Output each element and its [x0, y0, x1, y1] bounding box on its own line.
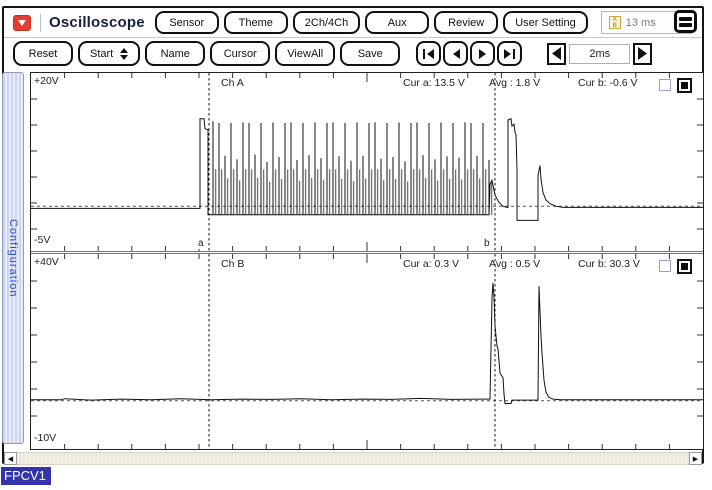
cursor-button[interactable]: Cursor: [210, 41, 270, 66]
skip-start-icon: [422, 48, 435, 60]
review-button[interactable]: Review: [434, 11, 498, 34]
timebase-prev-button[interactable]: [547, 43, 566, 65]
right-arrow-icon: [636, 46, 649, 61]
app-window: Oscilloscope Sensor Theme 2Ch/4Ch Aux Re…: [2, 6, 704, 464]
configuration-sidebar-tab[interactable]: Configuration: [2, 72, 24, 444]
channel-b-cursor-b-readout: Cur b: 30.3 V: [578, 258, 640, 270]
channel-b-avg-readout: Avg : 0.5 V: [489, 258, 540, 270]
delta-time-value: 13 ms: [626, 17, 656, 29]
channel-b-color-swatch[interactable]: [677, 259, 692, 274]
file-name-badge: FPCV1: [1, 467, 51, 485]
sidebar-label: Configuration: [7, 219, 19, 297]
channel-a-color-swatch[interactable]: [677, 78, 692, 93]
playback-controls: [416, 41, 522, 66]
cursor-b-label: b: [483, 238, 491, 249]
cursor-a-label: a: [197, 238, 205, 249]
oscilloscope-app: Oscilloscope Sensor Theme 2Ch/4Ch Aux Re…: [0, 0, 712, 490]
step-back-icon: [450, 48, 462, 60]
channel-a-avg-readout: Avg : 1.8 V: [489, 77, 540, 89]
channel-b-waveform: [31, 254, 703, 449]
dropdown-arrow-icon: [17, 19, 27, 27]
main-toolbar: Reset Start Name Cursor ViewAll Save: [4, 38, 702, 69]
sensor-button[interactable]: Sensor: [155, 11, 219, 34]
channel-b-vmax-label: +40V: [34, 256, 59, 268]
timebase-next-button[interactable]: [633, 43, 652, 65]
left-arrow-icon: [550, 46, 563, 61]
step-forward-icon: [477, 48, 489, 60]
waveform-plot-area: +20V -5V Ch A Cur a: 13.5 V Avg : 1.8 V …: [30, 72, 704, 450]
channel-a-waveform: [31, 73, 703, 251]
channel-a-cursor-a-readout: Cur a: 13.5 V: [403, 77, 465, 89]
channel-a-checkbox[interactable]: [659, 79, 671, 91]
horizontal-scrollbar[interactable]: ◀ ▶: [4, 452, 702, 465]
channel-a-pane: +20V -5V Ch A Cur a: 13.5 V Avg : 1.8 V …: [31, 73, 703, 251]
channel-a-label: Ch A: [221, 77, 244, 89]
timebase-value: 2ms: [569, 44, 630, 64]
save-button[interactable]: Save: [340, 41, 400, 66]
skip-end-button[interactable]: [497, 41, 522, 66]
start-spinner-button[interactable]: Start: [78, 41, 140, 66]
menu-icon[interactable]: [674, 10, 697, 33]
theme-button[interactable]: Theme: [224, 11, 288, 34]
scrollbar-track[interactable]: [17, 452, 689, 465]
channel-a-vmax-label: +20V: [34, 75, 59, 87]
aux-button[interactable]: Aux: [365, 11, 429, 34]
channel-b-vmin-label: -10V: [34, 432, 56, 444]
step-forward-button[interactable]: [470, 41, 495, 66]
app-menu-button[interactable]: [13, 15, 31, 31]
channel-b-cursor-a-readout: Cur a: 0.3 V: [403, 258, 459, 270]
channel-b-checkbox[interactable]: [659, 260, 671, 272]
channel-b-pane: +40V -10V Ch B Cur a: 0.3 V Avg : 0.5 V …: [31, 254, 703, 449]
viewall-button[interactable]: ViewAll: [275, 41, 335, 66]
step-back-button[interactable]: [443, 41, 468, 66]
ab-delta-icon: A B: [609, 16, 621, 29]
skip-end-icon: [503, 48, 516, 60]
timebase-control: 2ms: [547, 43, 652, 65]
title-toolbar: Oscilloscope Sensor Theme 2Ch/4Ch Aux Re…: [4, 8, 702, 37]
channel-b-label: Ch B: [221, 258, 244, 270]
channel-a-cursor-b-readout: Cur b: -0.6 V: [578, 77, 638, 89]
channel-a-vmin-label: -5V: [34, 234, 50, 246]
channel-mode-button[interactable]: 2Ch/4Ch: [293, 11, 360, 34]
skip-start-button[interactable]: [416, 41, 441, 66]
reset-button[interactable]: Reset: [13, 41, 73, 66]
divider: [40, 14, 41, 32]
scroll-left-button[interactable]: ◀: [4, 452, 17, 465]
scroll-right-button[interactable]: ▶: [689, 452, 702, 465]
user-setting-button[interactable]: User Setting: [503, 11, 588, 34]
spinner-arrows-icon: [120, 48, 128, 60]
app-title: Oscilloscope: [49, 14, 145, 31]
name-button[interactable]: Name: [145, 41, 205, 66]
